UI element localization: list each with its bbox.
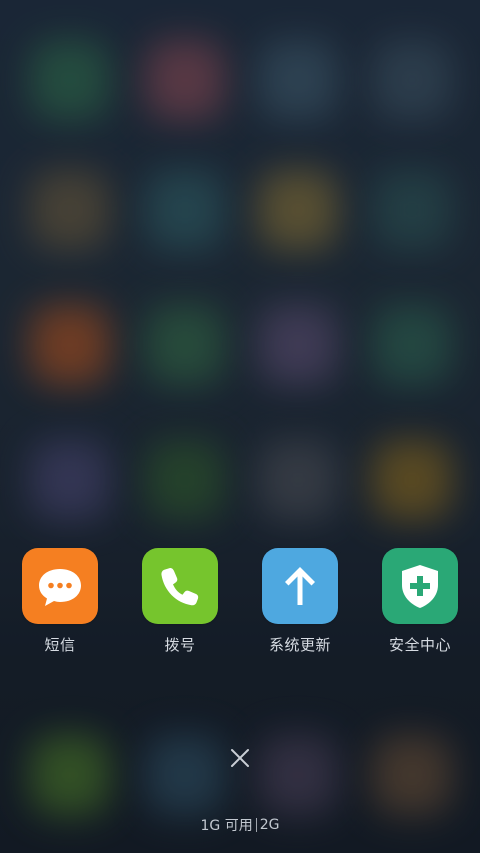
message-bubble-icon	[22, 548, 98, 624]
phone-handset-icon	[142, 548, 218, 624]
recent-app-messages[interactable]: 短信	[0, 548, 120, 655]
recent-app-label: 短信	[44, 636, 76, 654]
memory-status: 1G 可用 2G	[0, 815, 480, 835]
memory-divider	[255, 818, 257, 832]
memory-available: 1G 可用	[200, 818, 253, 834]
recent-app-security-center[interactable]: 安全中心	[360, 548, 480, 655]
blurred-home-screen-background	[0, 0, 480, 853]
arrow-up-icon	[262, 548, 338, 624]
memory-total: 2G	[259, 817, 280, 833]
recent-app-label: 安全中心	[388, 636, 451, 654]
shield-plus-icon	[382, 548, 458, 624]
recent-app-label: 拨号	[164, 636, 196, 654]
clear-recent-apps-button[interactable]	[220, 738, 260, 778]
close-icon	[231, 749, 249, 767]
recent-app-system-update[interactable]: 系统更新	[240, 548, 360, 655]
recent-app-dialer[interactable]: 拨号	[120, 548, 240, 655]
recent-app-label: 系统更新	[268, 636, 331, 654]
